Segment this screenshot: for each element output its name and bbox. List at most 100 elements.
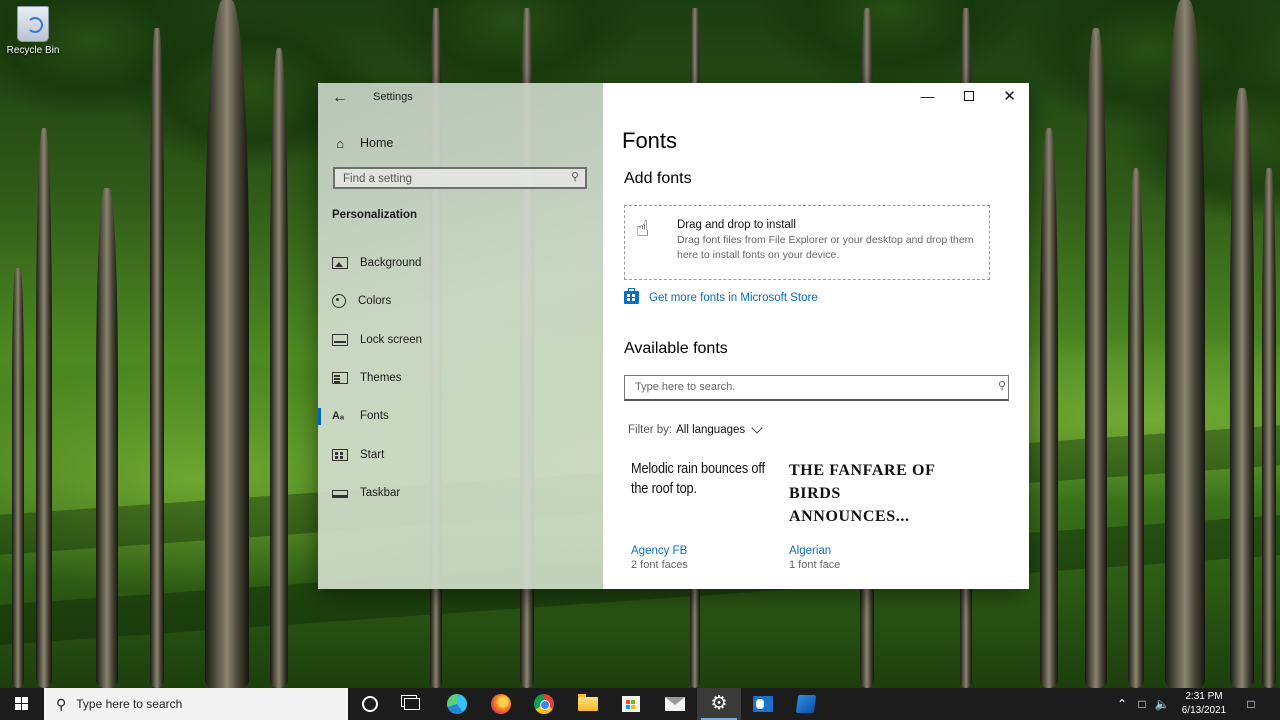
language-filter[interactable]: Filter by: All languages (628, 422, 763, 436)
store-bag-icon (624, 288, 639, 304)
add-fonts-heading: Add fonts (624, 170, 692, 187)
sidebar-item-label: Taskbar (360, 487, 401, 499)
chrome-icon (534, 694, 554, 714)
taskbar-search-input[interactable] (74, 696, 339, 712)
sidebar-item-label: Lock screen (360, 334, 423, 346)
filter-value: All languages (676, 424, 746, 436)
azure-icon (795, 695, 817, 713)
maximize-icon (963, 91, 974, 101)
network-button[interactable]: □ (1132, 688, 1152, 720)
firefox-button[interactable] (479, 688, 523, 720)
outlook-icon (753, 696, 773, 712)
font-face-count: 1 font face (789, 559, 841, 571)
volume-button[interactable]: 🔈 (1152, 688, 1172, 720)
sidebar-item-label: Start (360, 449, 385, 461)
font-search-box: ⚲ (624, 375, 1009, 401)
outlook-button[interactable] (741, 688, 785, 720)
search-icon[interactable]: ⚲ (998, 379, 1006, 392)
taskbar: ⚲ ⚙ ⌃ □ 🔈 2:31 PM 6/13/2021 □ (0, 688, 1280, 720)
lock-screen-icon (332, 334, 348, 346)
sidebar-item-themes[interactable]: Themes (318, 359, 603, 397)
available-fonts-heading: Available fonts (624, 340, 728, 357)
home-icon: ⌂ (336, 135, 344, 151)
section-title-personalization: Personalization (332, 209, 417, 221)
file-explorer-icon (578, 694, 598, 711)
recycle-bin-icon (17, 6, 49, 42)
sidebar-item-label: Fonts (360, 410, 389, 422)
task-view-icon (404, 698, 420, 710)
store-link-label: Get more fonts in Microsoft Store (649, 291, 818, 304)
mail-button[interactable] (653, 688, 697, 720)
volume-muted-icon: 🔈 (1154, 697, 1170, 711)
mail-icon (665, 697, 685, 711)
chevron-up-icon: ⌃ (1116, 697, 1128, 711)
recycle-bin-label: Recycle Bin (6, 45, 60, 56)
clock-date: 6/13/2021 (1181, 705, 1227, 716)
chrome-button[interactable] (522, 688, 566, 720)
drop-zone-description: Drag font files from File Explorer or yo… (677, 234, 974, 261)
sidebar-item-label: Themes (360, 372, 402, 384)
font-card-algerian[interactable]: THE FANFARE OF BIRDS ANNOUNCES... Algeri… (789, 459, 939, 571)
start-button[interactable] (0, 688, 44, 720)
drag-hand-icon: ☝ (636, 216, 650, 241)
search-icon[interactable]: ⚲ (571, 170, 579, 183)
sidebar-item-taskbar[interactable]: Taskbar (318, 474, 603, 512)
settings-taskbar-button[interactable]: ⚙ (697, 688, 741, 720)
notification-icon: □ (1247, 697, 1255, 711)
window-title: Settings (373, 91, 413, 103)
minimize-button[interactable]: — (907, 83, 948, 109)
fonts-icon: Aₐ (332, 410, 345, 422)
show-hidden-icons-button[interactable]: ⌃ (1112, 688, 1132, 720)
cortana-icon (362, 696, 378, 712)
sidebar-item-label: Colors (358, 295, 392, 307)
chevron-down-icon (751, 422, 763, 434)
microsoft-store-link[interactable]: Get more fonts in Microsoft Store (624, 288, 818, 304)
action-center-button[interactable]: □ (1238, 688, 1264, 720)
palette-icon (332, 294, 346, 308)
page-title: Fonts (622, 128, 678, 153)
background-icon (332, 257, 348, 269)
sidebar-item-lock-screen[interactable]: Lock screen (318, 321, 603, 359)
font-sample: Melodic rain bounces off the roof top. (631, 461, 765, 497)
sidebar-item-fonts[interactable]: Aₐ Fonts (318, 397, 603, 435)
find-setting-search: ⚲ (333, 167, 587, 189)
font-name: Algerian (789, 545, 832, 557)
windows-logo-icon (15, 697, 29, 711)
sidebar-item-colors[interactable]: Colors (318, 282, 603, 320)
task-view-button[interactable] (390, 688, 434, 720)
file-explorer-button[interactable] (566, 688, 610, 720)
font-card-agency-fb[interactable]: Melodic rain bounces off the roof top. A… (631, 459, 781, 571)
network-icon: □ (1138, 697, 1146, 711)
search-icon: ⚲ (56, 695, 67, 712)
settings-window: ← Settings ⌂ Home ⚲ Personalization Back… (318, 83, 1029, 589)
store-button[interactable] (609, 688, 653, 720)
back-arrow-icon[interactable]: ← (332, 89, 348, 107)
filter-label: Filter by: (628, 424, 673, 436)
close-button[interactable]: ✕ (989, 83, 1030, 109)
font-sample: THE FANFARE OF BIRDS ANNOUNCES... (789, 462, 935, 525)
maximize-button[interactable] (948, 83, 989, 109)
azure-button[interactable] (784, 688, 828, 720)
font-face-count: 2 font faces (631, 559, 688, 571)
sidebar-item-label: Background (360, 257, 422, 269)
taskbar-icon (332, 490, 348, 498)
font-search-input[interactable] (625, 376, 990, 398)
nav-home[interactable]: ⌂ Home (332, 134, 393, 152)
find-setting-input[interactable] (335, 170, 563, 188)
sidebar-item-background[interactable]: Background (318, 244, 603, 282)
clock[interactable]: 2:31 PM 6/13/2021 (1170, 690, 1238, 718)
font-drop-zone[interactable]: ☝ Drag and drop to install Drag font fil… (624, 205, 990, 280)
settings-sidebar: ← Settings ⌂ Home ⚲ Personalization Back… (318, 83, 603, 589)
recycle-bin[interactable]: Recycle Bin (4, 6, 62, 56)
cortana-button[interactable] (348, 688, 392, 720)
nav-home-label: Home (360, 136, 394, 150)
taskbar-search[interactable]: ⚲ (44, 688, 348, 720)
edge-button[interactable] (435, 688, 479, 720)
firefox-icon (491, 694, 511, 714)
edge-icon (447, 694, 467, 714)
settings-icon: ⚙ (710, 693, 728, 714)
drop-zone-title: Drag and drop to install (677, 219, 796, 231)
sidebar-item-start[interactable]: Start (318, 436, 603, 474)
fonts-page: — ✕ Fonts Add fonts ☝ Drag and drop to i… (603, 83, 1029, 589)
clock-time: 2:31 PM (1185, 691, 1223, 702)
